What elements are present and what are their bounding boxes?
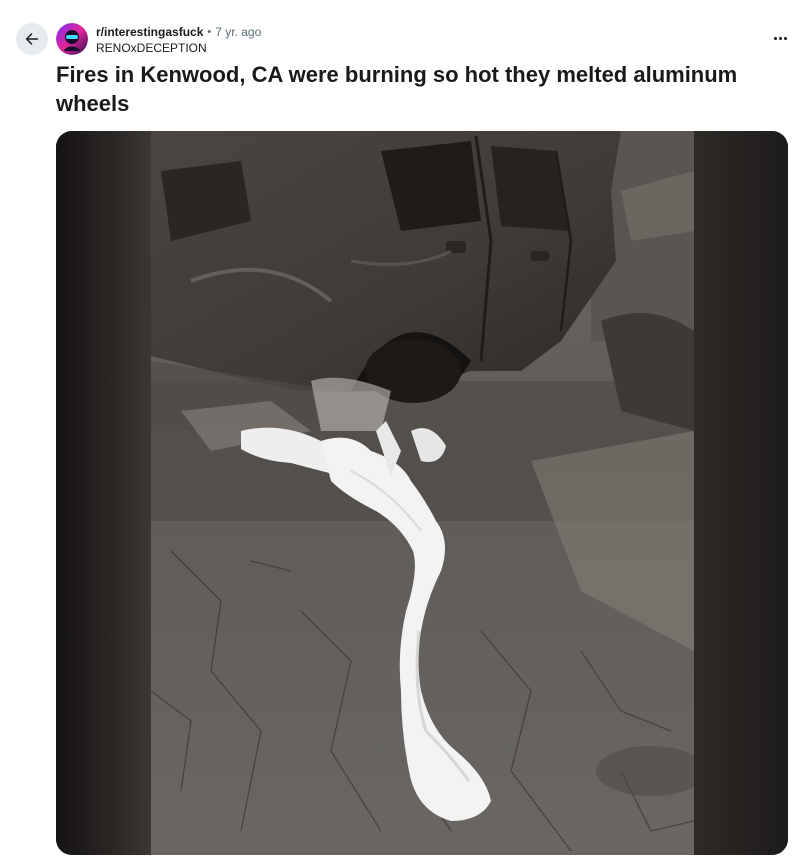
ellipsis-horizontal-icon (773, 36, 777, 40)
arrow-left-icon (25, 33, 39, 45)
author-link[interactable]: RENOxDECEPTION (96, 40, 261, 56)
post-time: 7 yr. ago (215, 25, 262, 39)
back-button[interactable] (16, 23, 48, 55)
post-title: Fires in Kenwood, CA were burning so hot… (56, 62, 738, 116)
subreddit-avatar[interactable] (56, 23, 88, 55)
subreddit-link[interactable]: r/interestingasfuck (96, 24, 203, 40)
post-meta: r/interestingasfuck • 7 yr. ago RENOxDEC… (96, 24, 261, 56)
post-page: r/interestingasfuck • 7 yr. ago RENOxDEC… (0, 0, 802, 861)
post-media[interactable] (56, 131, 788, 855)
post-image (151, 131, 694, 855)
more-options-button[interactable] (770, 30, 790, 46)
meta-separator: • (207, 26, 212, 38)
